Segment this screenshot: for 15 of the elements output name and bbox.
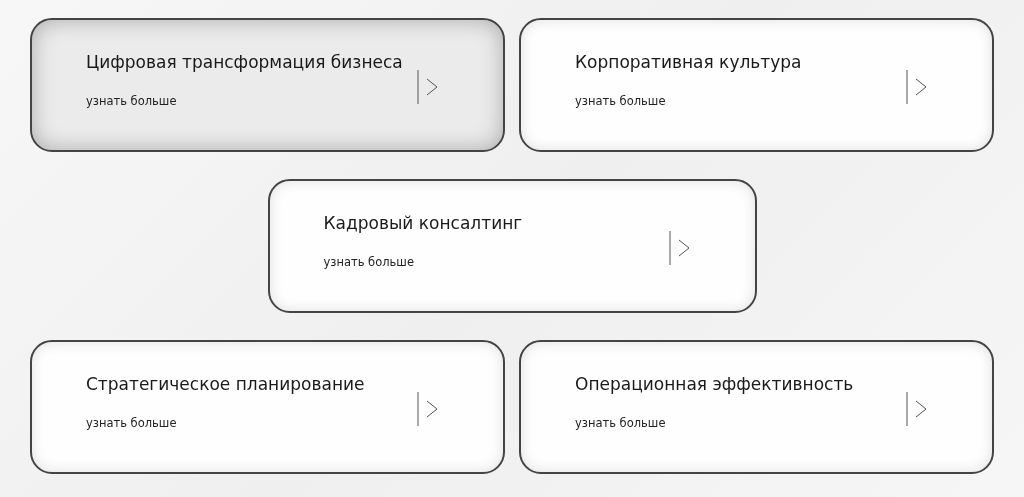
service-card[interactable]: Операционная эффективность узнать больше xyxy=(519,340,994,474)
learn-more-link[interactable]: узнать больше xyxy=(86,94,177,108)
learn-more-link[interactable]: узнать больше xyxy=(575,94,666,108)
card-title: Корпоративная культура xyxy=(575,52,802,72)
service-card[interactable]: Кадровый консалтинг узнать больше xyxy=(267,179,757,313)
card-title: Цифровая трансформация бизнеса xyxy=(86,52,403,72)
learn-more-link[interactable]: узнать больше xyxy=(86,416,177,430)
card-title: Стратегическое планирование xyxy=(86,374,365,394)
learn-more-link[interactable]: узнать больше xyxy=(323,255,414,269)
card-title: Кадровый консалтинг xyxy=(323,213,523,233)
card-title: Операционная эффективность xyxy=(575,374,854,394)
service-card[interactable]: Цифровая трансформация бизнеса узнать больше xyxy=(30,18,505,152)
service-card[interactable]: Стратегическое планирование узнать больше xyxy=(30,340,505,474)
learn-more-link[interactable]: узнать больше xyxy=(575,416,666,430)
service-card[interactable]: Корпоративная культура узнать больше xyxy=(519,18,994,152)
